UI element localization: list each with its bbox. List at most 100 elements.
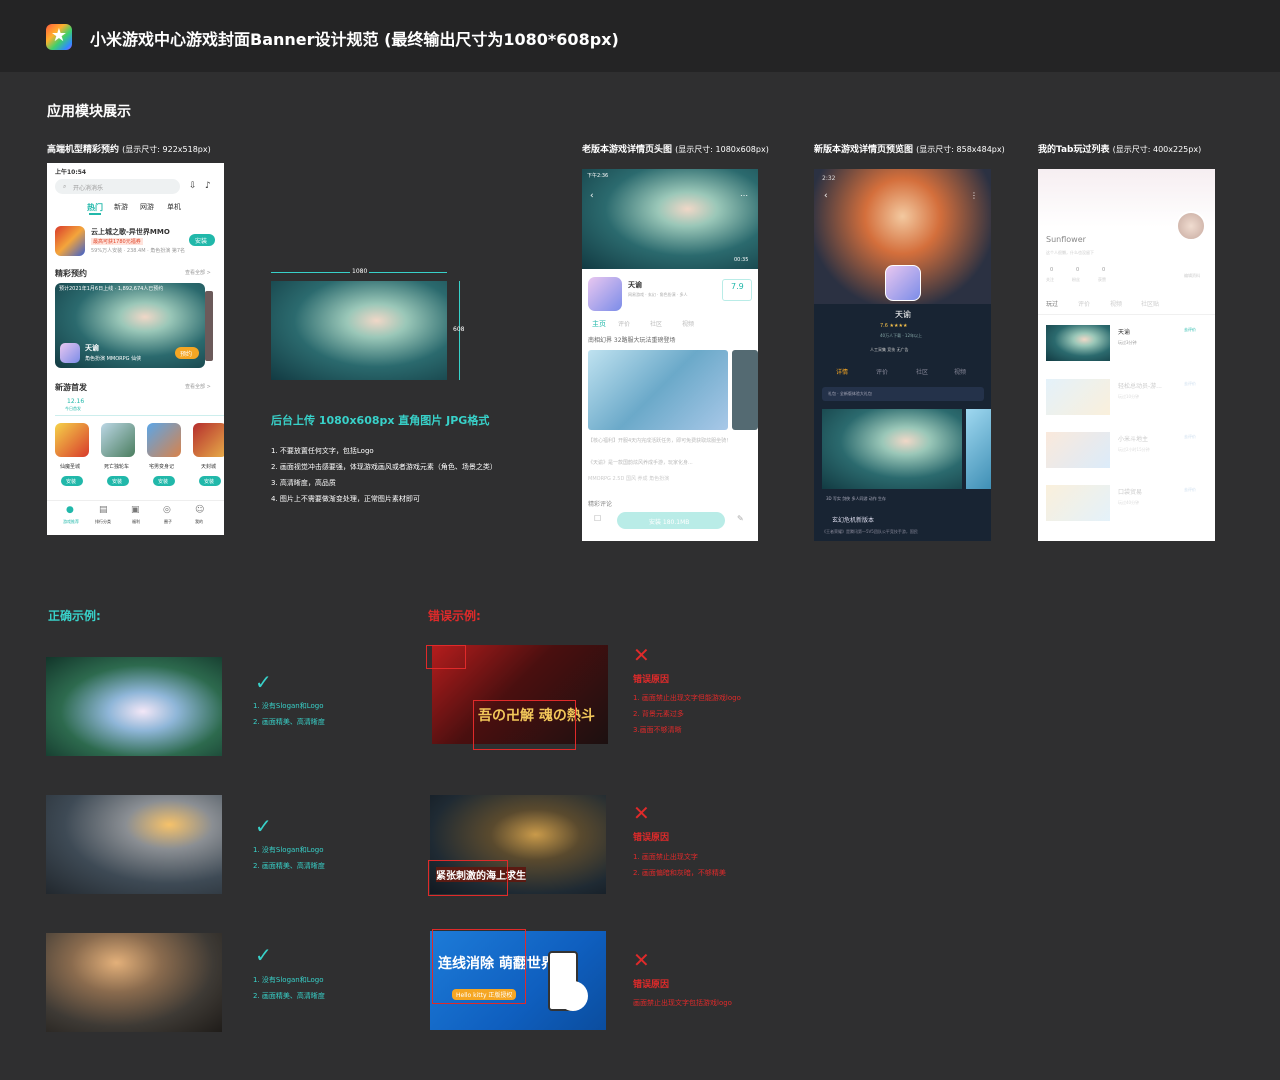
rule-item: 4. 图片上不需要做渐变处理，正常图片素材即可 [271,495,420,503]
gift-bar[interactable]: 礼包 · 全新版体验大礼包 [822,387,984,401]
tab-hot[interactable]: 热门 [87,202,103,213]
played-item-thumb[interactable] [1046,325,1110,361]
upload-spec: 后台上传 1080x608px 直角图片 JPG格式 [271,414,490,427]
nav-circle[interactable]: 圈子 [164,519,172,525]
release-date-sub: 今日首发 [65,406,81,411]
tab-new[interactable]: 新游 [114,202,128,212]
reservation-game-name: 天谕 [85,344,99,352]
rank-icon[interactable]: ▤ [99,505,108,515]
circle-icon[interactable]: ◎ [163,505,171,515]
see-all-link[interactable]: 查看全部 > [185,269,211,276]
star-app-icon [46,24,72,50]
preview-banner[interactable] [822,409,962,489]
more-icon[interactable]: ⋮ [970,191,978,200]
install-button[interactable]: 安装 180.1MB [617,512,725,529]
gift-icon[interactable]: ▣ [131,505,140,515]
correct-example-image [46,933,222,1032]
preview-next[interactable] [966,409,991,489]
tag-chips: 3D 写实 剑侠 多人同游 动作 生存 [826,496,887,501]
tab-community[interactable]: 社区 [650,319,662,328]
tab-reviews[interactable]: 评价 [1078,299,1090,308]
user-bio: 这个人很懒，什么也没留下 [1046,250,1094,255]
install-button[interactable]: 安装 [61,476,83,486]
played-item-thumb[interactable] [1046,432,1110,468]
game-icon[interactable] [147,423,181,457]
back-icon[interactable]: ‹ [590,191,594,201]
install-button[interactable]: 安装 [107,476,129,486]
tab-community[interactable]: 社区 [916,367,928,376]
news-body: 《王者荣耀》是腾讯第一5V5团队公平竞技手游，国民 [822,529,918,534]
news-title: 玄幻危机新版本 [832,517,875,524]
tag-chips: MMORPG 2.5D 国风 养成 角色扮演 [588,476,670,482]
tab-posts[interactable]: 社区贴 [1141,299,1159,308]
review-action[interactable]: 去评价 [1184,327,1196,333]
bookmark-icon[interactable]: ☐ [594,514,601,523]
install-button[interactable]: 安装 [153,476,175,486]
home-icon[interactable]: ● [66,505,74,515]
profile-icon[interactable]: ☺ [195,505,204,515]
phone-old-detail-mockup: 下午2:36 ‹ ⋯ 00:35 天谕 网易游戏 · 玄幻 · 角色扮演 · 多… [582,169,758,541]
tab-single[interactable]: 单机 [167,202,181,212]
cross-icon: ✕ [633,643,650,667]
headline: 南相幻界 32路服大玩法重磅登场 [588,337,676,344]
correct-example-image [46,795,222,894]
caption-new-detail: 新版本游戏详情页预览图 (显示尺寸: 858x484px) [814,145,1005,155]
played-item-thumb[interactable] [1046,379,1110,415]
tab-video[interactable]: 视频 [954,367,966,376]
tab-review[interactable]: 评价 [876,367,888,376]
tab-review[interactable]: 评价 [618,319,630,328]
search-input[interactable]: ⌕ 开心消消乐 [55,179,180,194]
phone-home-mockup: 上午10:54 ⌕ 开心消消乐 ⇩ ♪ 热门 新游 网游 单机 云上城之歌-异世… [47,163,224,535]
user-name: Sunflower [1046,235,1086,244]
video-time: 00:35 [734,257,749,263]
status-time: 2:32 [822,175,836,182]
correct-notes: 1. 没有Slogan和Logo 2. 画面精美、高清晰度 [253,846,325,870]
played-item-time: 玩过2小时15分钟 [1118,447,1150,452]
review-action[interactable]: 去评价 [1184,381,1196,387]
more-icon[interactable]: ⋯ [740,191,748,200]
review-action[interactable]: 去评价 [1184,487,1196,493]
rule-item: 2. 画面视觉冲击感要强，体现游戏画风或者游戏元素（角色、场景之类） [271,463,497,471]
screenshot-image[interactable] [588,350,728,430]
reserve-button[interactable]: 预约 [175,347,199,359]
nav-rank[interactable]: 排行分类 [95,519,111,525]
error-notes: 1. 画面禁止出现文字 2. 画面偏暗和灰暗，不够精美 [633,853,726,877]
tab-video[interactable]: 视频 [682,319,694,328]
nav-welfare[interactable]: 福利 [132,519,140,525]
error-highlight [428,860,508,896]
tab-online[interactable]: 网游 [140,202,154,212]
error-highlight [426,645,466,669]
install-button[interactable]: 安装 [199,476,221,486]
played-item-thumb[interactable] [1046,485,1110,521]
see-all-link-2[interactable]: 查看全部 > [185,383,211,390]
game-icon[interactable] [101,423,135,457]
error-reason-title: 错误原因 [633,675,670,685]
install-button[interactable]: 安装 [189,234,215,246]
tab-videos[interactable]: 视频 [1110,299,1122,308]
avatar[interactable] [1176,211,1206,241]
error-highlight [432,929,526,1004]
game-icon [885,265,921,301]
score-badge: 7.9 [722,279,752,301]
tab-details[interactable]: 详情 [836,367,848,376]
correct-example-image [46,657,222,756]
section-title: 应用模块展示 [47,104,131,120]
game-icon[interactable] [193,423,224,457]
nav-recommend[interactable]: 游戏推荐 [63,519,79,525]
back-icon[interactable]: ‹ [824,191,828,201]
review-action[interactable]: 去评价 [1184,434,1196,440]
tab-home[interactable]: 主页 [592,319,606,329]
search-icon: ⌕ [63,183,67,190]
game-icon[interactable] [55,423,89,457]
played-item-time: 玩过3分钟 [1118,340,1137,345]
nav-mine[interactable]: 我的 [195,519,203,525]
mic-icon[interactable]: ♪ [205,181,211,191]
share-icon[interactable]: ✎ [737,514,744,523]
download-icon[interactable]: ⇩ [189,181,197,191]
stat-value: 0 [1050,267,1054,273]
description: 《天谕》是一款国韵炫风养成手游，玩家化身... [588,460,693,466]
tab-played[interactable]: 玩过 [1046,299,1058,308]
edit-profile-link[interactable]: 编辑资料 [1184,273,1200,279]
description: 【核心福利】开服4天内完成活跃任务，即可免费获取炫服坐骑！ [588,438,732,444]
screenshot-image[interactable] [732,350,758,430]
